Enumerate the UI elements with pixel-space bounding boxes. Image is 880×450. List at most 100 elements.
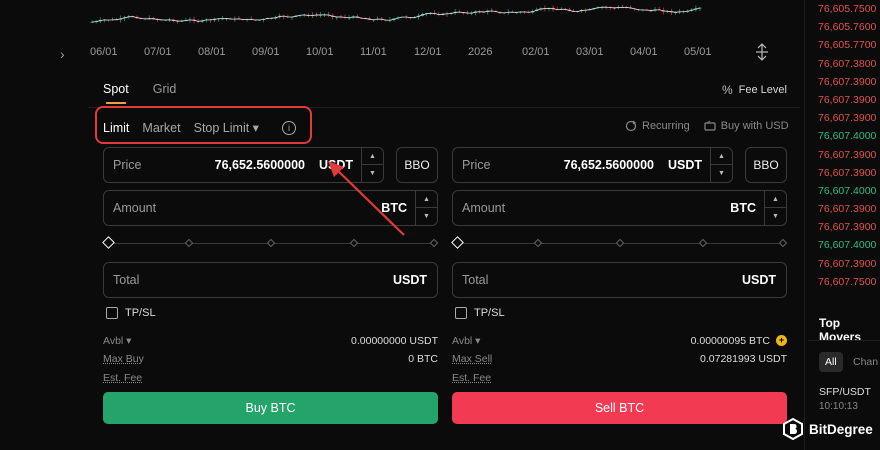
max-sell-value: 0.07281993 USDT <box>700 353 787 365</box>
order-book-price[interactable]: 76,607.3900 <box>808 164 880 182</box>
buy-with-usd-option[interactable]: Buy with USD <box>704 120 789 132</box>
order-book-price[interactable]: 76,607.3900 <box>808 218 880 236</box>
available-label[interactable]: Avbl ▾ <box>452 335 480 347</box>
tpsl-label: TP/SL <box>125 307 156 319</box>
fit-axis-icon[interactable] <box>752 42 772 62</box>
est-fee-label: Est. Fee <box>103 372 142 384</box>
fee-level-link[interactable]: % Fee Level <box>722 83 787 97</box>
order-options: Recurring Buy with USD <box>625 120 789 132</box>
slider-handle[interactable] <box>451 236 464 249</box>
sell-amount-slider[interactable] <box>452 238 787 250</box>
order-book-price[interactable]: 76,607.3900 <box>808 146 880 164</box>
decrement-icon[interactable]: ▼ <box>711 165 732 182</box>
slider-stop[interactable] <box>779 239 787 247</box>
sell-total-field[interactable]: Total USDT <box>452 262 787 298</box>
x-tick-label: 03/01 <box>576 46 604 58</box>
order-book-price[interactable]: 76,607.4000 <box>808 182 880 200</box>
sell-tpsl-toggle[interactable]: TP/SL <box>455 307 505 319</box>
recurring-icon <box>625 120 637 132</box>
x-tick-label: 09/01 <box>252 46 280 58</box>
sell-btc-button[interactable]: Sell BTC <box>452 392 787 424</box>
sell-price-label: Price <box>462 158 490 172</box>
order-book-price[interactable]: 76,607.3900 <box>808 255 880 273</box>
order-book-price[interactable]: 76,607.4000 <box>808 236 880 254</box>
sell-price-unit: USDT <box>668 158 702 172</box>
slider-stop[interactable] <box>430 239 438 247</box>
x-tick-label: 12/01 <box>414 46 442 58</box>
sell-amount-field[interactable]: Amount BTC ▲ ▼ <box>452 190 787 226</box>
order-book-price[interactable]: 76,607.3900 <box>808 200 880 218</box>
order-book: 76,605.7500 76,605.7600 76,605.7700 76,607.… <box>808 0 880 290</box>
order-book-price[interactable]: 76,607.7500 <box>808 273 880 290</box>
x-tick-label: 04/01 <box>630 46 658 58</box>
filter-all-chip[interactable]: All <box>819 352 843 372</box>
slider-stop[interactable] <box>267 239 275 247</box>
add-funds-icon[interactable]: + <box>776 335 787 346</box>
increment-icon[interactable]: ▲ <box>765 191 786 208</box>
chart-scroll-left-icon[interactable]: › <box>60 46 65 62</box>
slider-stop[interactable] <box>534 239 542 247</box>
sell-bbo-button[interactable]: BBO <box>745 147 787 183</box>
buy-with-usd-label: Buy with USD <box>721 120 789 132</box>
sell-amount-unit: BTC <box>730 201 756 215</box>
mover-pair[interactable]: SFP/USDT <box>819 386 871 398</box>
slider-stop[interactable] <box>185 239 193 247</box>
checkbox[interactable] <box>106 307 118 319</box>
order-type-market[interactable]: Market <box>142 121 180 135</box>
sell-amount-stepper[interactable]: ▲ ▼ <box>764 191 786 225</box>
order-book-price[interactable]: 76,607.3900 <box>808 73 880 91</box>
price-chart[interactable] <box>88 0 800 42</box>
available-label[interactable]: Avbl ▾ <box>103 335 131 347</box>
sell-price-value: 76,652.5600000 <box>564 158 654 172</box>
trade-mode-tabs: Spot Grid <box>103 82 176 102</box>
filter-change-chip[interactable]: Chan <box>847 352 880 372</box>
sell-price-stepper[interactable]: ▲ ▼ <box>710 148 732 182</box>
available-value: 0.00000000 USDT <box>351 335 438 347</box>
checkbox[interactable] <box>455 307 467 319</box>
bitdegree-watermark: BitDegree <box>783 418 873 440</box>
info-icon[interactable]: i <box>282 121 296 135</box>
watermark-text: BitDegree <box>809 422 873 437</box>
x-tick-label: 10/01 <box>306 46 334 58</box>
order-book-price[interactable]: 76,607.3800 <box>808 55 880 73</box>
x-tick-label: 11/01 <box>360 46 387 58</box>
tpsl-label: TP/SL <box>474 307 505 319</box>
annotation-arrow-icon <box>320 155 420 245</box>
tab-grid[interactable]: Grid <box>153 82 177 102</box>
panel-divider <box>804 0 805 450</box>
x-tick-label: 08/01 <box>198 46 226 58</box>
order-book-price[interactable]: 76,607.3900 <box>808 109 880 127</box>
buy-tpsl-toggle[interactable]: TP/SL <box>106 307 156 319</box>
slider-stop[interactable] <box>699 239 707 247</box>
slider-handle[interactable] <box>102 236 115 249</box>
x-tick-label: 05/01 <box>684 46 712 58</box>
buy-total-label: Total <box>113 273 139 287</box>
order-type-stop-limit[interactable]: Stop Limit ▾ <box>194 120 259 135</box>
recurring-option[interactable]: Recurring <box>625 120 690 132</box>
x-tick-label: 07/01 <box>144 46 172 58</box>
buy-btc-button[interactable]: Buy BTC <box>103 392 438 424</box>
sell-price-field[interactable]: Price 76,652.5600000 USDT ▲ ▼ <box>452 147 733 183</box>
x-tick-label: 06/01 <box>90 46 118 58</box>
x-tick-label: 02/01 <box>522 46 550 58</box>
sell-amount-label: Amount <box>462 201 505 215</box>
order-book-price[interactable]: 76,605.7500 <box>808 0 880 18</box>
slider-stop[interactable] <box>616 239 624 247</box>
order-type-limit[interactable]: Limit <box>103 121 129 135</box>
x-tick-label: 2026 <box>468 46 492 58</box>
max-buy-value: 0 BTC <box>408 353 438 365</box>
order-book-price[interactable]: 76,607.3900 <box>808 91 880 109</box>
increment-icon[interactable]: ▲ <box>711 148 732 165</box>
est-fee-label: Est. Fee <box>452 372 491 384</box>
order-book-price[interactable]: 76,605.7700 <box>808 36 880 54</box>
max-sell-label: Max Sell <box>452 353 492 365</box>
sell-total-label: Total <box>462 273 488 287</box>
buy-total-field[interactable]: Total USDT <box>103 262 438 298</box>
order-book-price[interactable]: 76,607.4000 <box>808 127 880 145</box>
recurring-label: Recurring <box>642 120 690 132</box>
movers-divider <box>808 340 880 341</box>
buy-amount-label: Amount <box>113 201 156 215</box>
order-book-price[interactable]: 76,605.7600 <box>808 18 880 36</box>
tab-spot[interactable]: Spot <box>103 82 129 102</box>
decrement-icon[interactable]: ▼ <box>765 208 786 225</box>
